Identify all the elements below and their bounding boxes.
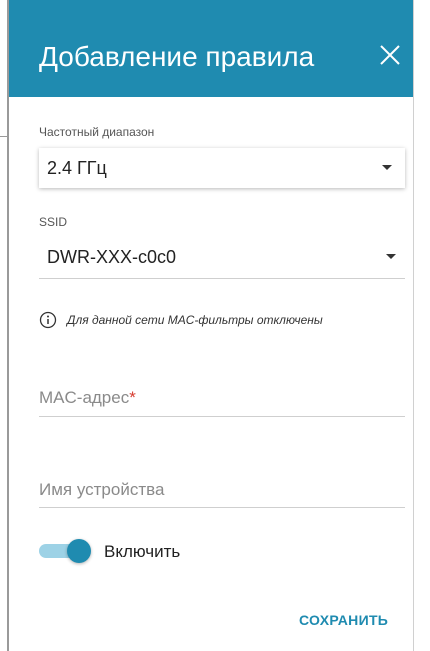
dialog-header: Добавление правила — [9, 0, 413, 97]
window-border-tick — [0, 136, 8, 137]
device-name-underline — [39, 507, 405, 508]
mac-address-field: MAC-адрес* — [39, 378, 405, 420]
close-icon[interactable] — [377, 42, 403, 68]
mac-address-underline — [39, 416, 405, 417]
dialog-title: Добавление правила — [39, 41, 315, 72]
frequency-band-select[interactable]: 2.4 ГГц — [39, 148, 405, 188]
info-text: Для данной сети MAC-фильтры отключены — [67, 313, 323, 327]
chevron-down-icon — [386, 254, 396, 259]
ssid-value: DWR-XXX-c0c0 — [47, 247, 177, 267]
frequency-band-value: 2.4 ГГц — [47, 158, 107, 178]
device-name-field: Имя устройства — [39, 470, 405, 512]
ssid-label: SSID — [39, 215, 68, 229]
frequency-band-field: Частотный диапазон 2.4 ГГц — [39, 125, 405, 195]
ssid-field: SSID DWR-XXX-c0c0 — [39, 215, 405, 285]
frequency-band-label: Частотный диапазон — [39, 125, 155, 139]
ssid-select[interactable]: DWR-XXX-c0c0 — [39, 237, 405, 277]
mac-filter-info: Для данной сети MAC-фильтры отключены — [39, 311, 409, 333]
enable-toggle-label: Включить — [104, 542, 181, 561]
mac-address-input[interactable] — [39, 378, 405, 418]
window-border-right — [413, 0, 414, 651]
device-name-input[interactable] — [39, 470, 405, 510]
ssid-underline — [39, 278, 405, 279]
add-rule-dialog: Добавление правила Частотный диапазон 2.… — [9, 0, 413, 651]
enable-toggle-knob[interactable] — [67, 539, 91, 563]
chevron-down-icon — [382, 165, 392, 170]
enable-toggle-row: Включить — [39, 535, 339, 565]
info-icon — [39, 311, 57, 329]
save-button[interactable]: СОХРАНИТЬ — [299, 612, 388, 634]
